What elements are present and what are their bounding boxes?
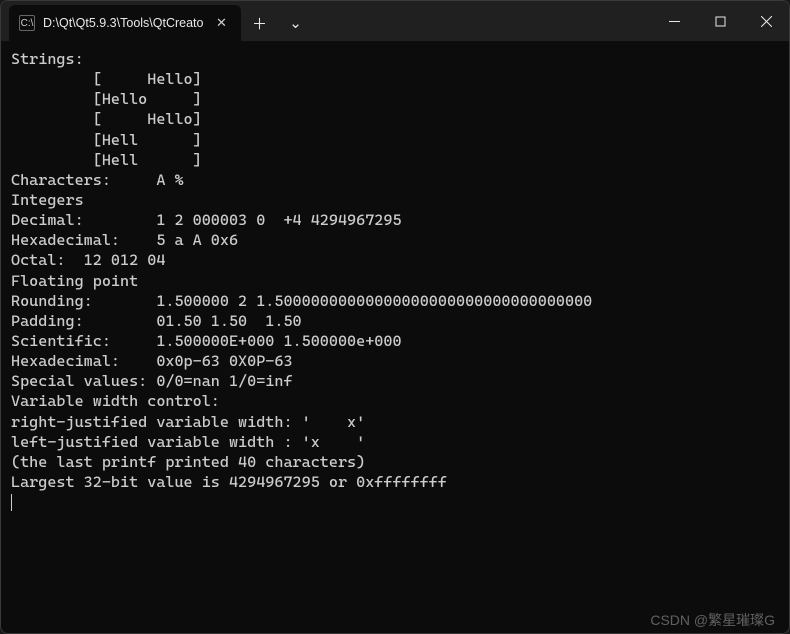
watermark-text: CSDN @繁星璀璨G [650,611,775,629]
titlebar-drag-region[interactable] [313,1,651,41]
tab-close-button[interactable]: ✕ [211,13,231,33]
terminal-output: Strings: [ Hello] [Hello ] [ Hello] [Hel… [11,50,592,491]
minimize-icon [669,16,680,27]
title-bar[interactable]: C:\ D:\Qt\Qt5.9.3\Tools\QtCreato ✕ ＋ ⌄ [1,1,789,41]
tab-title: D:\Qt\Qt5.9.3\Tools\QtCreato [43,16,203,30]
text-cursor [11,494,12,511]
terminal-body[interactable]: Strings: [ Hello] [Hello ] [ Hello] [Hel… [1,41,789,633]
app-window: C:\ D:\Qt\Qt5.9.3\Tools\QtCreato ✕ ＋ ⌄ S… [0,0,790,634]
new-tab-button[interactable]: ＋ [241,5,277,41]
minimize-button[interactable] [651,1,697,41]
tab-dropdown-button[interactable]: ⌄ [277,5,313,41]
active-tab[interactable]: C:\ D:\Qt\Qt5.9.3\Tools\QtCreato ✕ [9,5,241,41]
close-icon [761,16,772,27]
terminal-icon: C:\ [19,15,35,31]
maximize-button[interactable] [697,1,743,41]
close-window-button[interactable] [743,1,789,41]
maximize-icon [715,16,726,27]
